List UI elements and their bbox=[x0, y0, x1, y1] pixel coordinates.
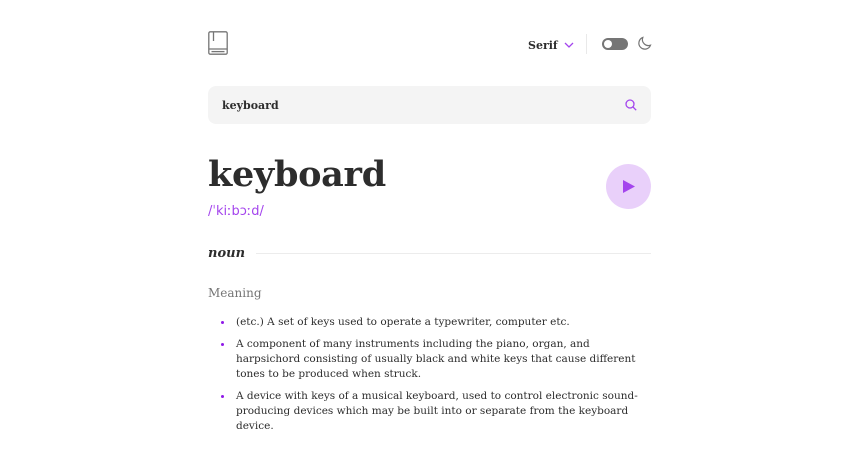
part-of-speech: noun bbox=[208, 246, 246, 261]
book-icon[interactable] bbox=[208, 31, 228, 55]
word-title: keyboard bbox=[208, 154, 386, 195]
header-divider bbox=[586, 34, 587, 54]
search-bar bbox=[208, 86, 651, 124]
chevron-down-icon bbox=[564, 42, 574, 48]
definition-text: (etc.) A set of keys used to operate a t… bbox=[236, 316, 570, 328]
header: Serif bbox=[208, 31, 652, 57]
part-of-speech-row: noun bbox=[208, 244, 651, 264]
play-icon bbox=[623, 180, 635, 193]
bullet-icon bbox=[221, 321, 224, 324]
list-item: A component of many instruments includin… bbox=[208, 337, 651, 382]
font-select[interactable]: Serif bbox=[528, 36, 574, 54]
toggle-knob bbox=[604, 40, 612, 48]
moon-icon[interactable] bbox=[637, 36, 652, 51]
bullet-icon bbox=[221, 343, 224, 346]
phonetic: /ˈkiːbɔːd/ bbox=[208, 204, 264, 219]
definition-text: A component of many instruments includin… bbox=[236, 338, 636, 380]
font-select-label: Serif bbox=[528, 38, 558, 52]
definition-text: A device with keys of a musical keyboard… bbox=[236, 390, 638, 432]
divider bbox=[256, 253, 651, 254]
search-icon[interactable] bbox=[625, 99, 637, 111]
search-input[interactable] bbox=[222, 86, 612, 124]
play-button[interactable] bbox=[606, 164, 651, 209]
theme-toggle[interactable] bbox=[602, 38, 628, 50]
bullet-icon bbox=[221, 395, 224, 398]
meaning-heading: Meaning bbox=[208, 286, 262, 300]
list-item: A device with keys of a musical keyboard… bbox=[208, 389, 651, 434]
definition-list: (etc.) A set of keys used to operate a t… bbox=[208, 315, 651, 441]
list-item: (etc.) A set of keys used to operate a t… bbox=[208, 315, 651, 330]
